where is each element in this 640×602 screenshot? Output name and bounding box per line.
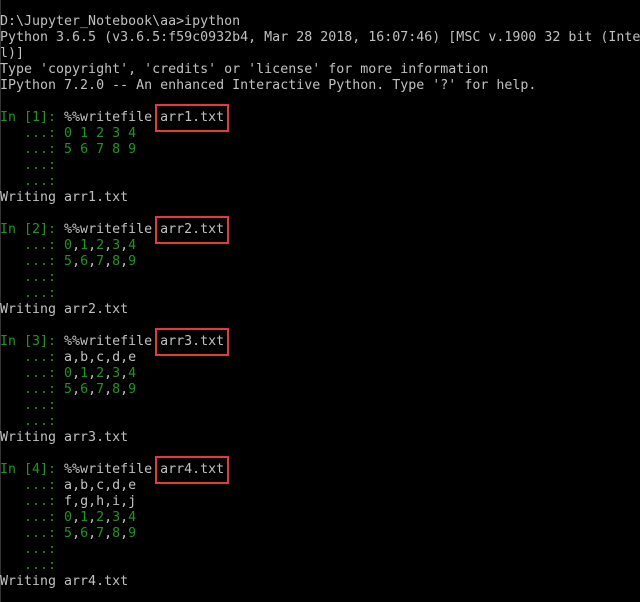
- line-text: Type 'copyright', 'credits' or 'license'…: [0, 62, 489, 77]
- output-line: Writing arr1.txt: [0, 190, 640, 206]
- line-text: Writing arr4.txt: [0, 574, 129, 589]
- line-text: 5 6 7 8 9: [64, 142, 137, 157]
- prompt: ...:: [0, 350, 65, 365]
- line-text: 0,1,2,3,4: [64, 366, 137, 381]
- output-line: IPython 7.2.0 -- An enhanced Interactive…: [0, 78, 640, 94]
- prompt: ...:: [0, 398, 65, 413]
- line-text: IPython 7.2.0 -- An enhanced Interactive…: [0, 78, 537, 93]
- prompt: ...:: [0, 494, 65, 509]
- output-line: Writing arr3.txt: [0, 430, 640, 446]
- output-line: Writing arr4.txt: [0, 574, 640, 590]
- highlighted-filename: arr1.txt: [155, 104, 230, 132]
- continuation-line: ...:: [0, 286, 640, 302]
- continuation-line: ...: 5,6,7,8,9: [0, 526, 640, 542]
- terminal-output[interactable]: D:\Jupyter_Notebook\aa>ipython Python 3.6…: [0, 14, 640, 590]
- prompt: ...:: [0, 142, 65, 157]
- line-text: 0 1 2 3 4: [64, 126, 137, 141]
- highlighted-filename: arr4.txt: [155, 456, 230, 484]
- input-prompt-line: In [4]: %%writefile arr4.txt: [0, 456, 640, 484]
- prompt: In [2]:: [0, 222, 65, 237]
- prompt: ...:: [0, 286, 65, 301]
- continuation-line: ...: f,g,h,i,j: [0, 494, 640, 510]
- continuation-line: ...:: [0, 542, 640, 558]
- continuation-line: ...:: [0, 558, 640, 574]
- prompt: ...:: [0, 238, 65, 253]
- continuation-line: ...: a,b,c,d,e: [0, 478, 640, 494]
- continuation-line: ...: 5 6 7 8 9: [0, 142, 640, 158]
- continuation-line: ...: 0 1 2 3 4: [0, 126, 640, 142]
- output-line: l)]: [0, 46, 640, 62]
- prompt: ...:: [0, 510, 65, 525]
- line-text: Writing arr3.txt: [0, 430, 129, 445]
- prompt: ...:: [0, 478, 65, 493]
- prompt: In [3]:: [0, 334, 65, 349]
- continuation-line: ...:: [0, 270, 640, 286]
- continuation-line: ...: 0,1,2,3,4: [0, 238, 640, 254]
- line-text: f,g,h,i,j: [64, 494, 137, 509]
- continuation-line: ...:: [0, 398, 640, 414]
- line-text: %%writefile: [64, 110, 161, 125]
- line-text: 5,6,7,8,9: [64, 526, 137, 541]
- continuation-line: ...: 5,6,7,8,9: [0, 254, 640, 270]
- prompt: ...:: [0, 542, 65, 557]
- prompt: ...:: [0, 270, 65, 285]
- line-text: 5,6,7,8,9: [64, 382, 137, 397]
- prompt: ...:: [0, 558, 65, 573]
- input-prompt-line: In [1]: %%writefile arr1.txt: [0, 104, 640, 132]
- line-text: l)]: [0, 46, 25, 61]
- continuation-line: ...: 0,1,2,3,4: [0, 366, 640, 382]
- continuation-line: ...: 0,1,2,3,4: [0, 510, 640, 526]
- line-text: 0,1,2,3,4: [64, 510, 137, 525]
- output-line: Type 'copyright', 'credits' or 'license'…: [0, 62, 640, 78]
- prompt: ...:: [0, 254, 65, 269]
- input-prompt-line: In [3]: %%writefile arr3.txt: [0, 328, 640, 356]
- prompt: ...:: [0, 158, 65, 173]
- continuation-line: ...:: [0, 158, 640, 174]
- continuation-line: ...: 5,6,7,8,9: [0, 382, 640, 398]
- line-text: a,b,c,d,e: [64, 478, 137, 493]
- line-text: D:\Jupyter_Notebook\aa>ipython: [0, 14, 241, 29]
- prompt: In [4]:: [0, 462, 65, 477]
- prompt: ...:: [0, 366, 65, 381]
- continuation-line: ...: a,b,c,d,e: [0, 350, 640, 366]
- output-line: D:\Jupyter_Notebook\aa>ipython: [0, 14, 640, 30]
- prompt: In [1]:: [0, 110, 65, 125]
- line-text: %%writefile: [64, 222, 161, 237]
- continuation-line: ...:: [0, 414, 640, 430]
- continuation-line: ...:: [0, 174, 640, 190]
- prompt: ...:: [0, 414, 65, 429]
- highlighted-filename: arr3.txt: [155, 328, 230, 356]
- line-text: 5,6,7,8,9: [64, 254, 137, 269]
- line-text: Python 3.6.5 (v3.6.5:f59c0932b4, Mar 28 …: [0, 30, 640, 45]
- prompt: ...:: [0, 526, 65, 541]
- highlighted-filename: arr2.txt: [155, 216, 230, 244]
- output-line: Python 3.6.5 (v3.6.5:f59c0932b4, Mar 28 …: [0, 30, 640, 46]
- line-text: %%writefile: [64, 462, 161, 477]
- line-text: 0,1,2,3,4: [64, 238, 137, 253]
- line-text: %%writefile: [64, 334, 161, 349]
- input-prompt-line: In [2]: %%writefile arr2.txt: [0, 216, 640, 244]
- output-line: Writing arr2.txt: [0, 302, 640, 318]
- prompt: ...:: [0, 382, 65, 397]
- line-text: a,b,c,d,e: [64, 350, 137, 365]
- prompt: ...:: [0, 126, 65, 141]
- prompt: ...:: [0, 174, 65, 189]
- line-text: Writing arr1.txt: [0, 190, 129, 205]
- line-text: Writing arr2.txt: [0, 302, 129, 317]
